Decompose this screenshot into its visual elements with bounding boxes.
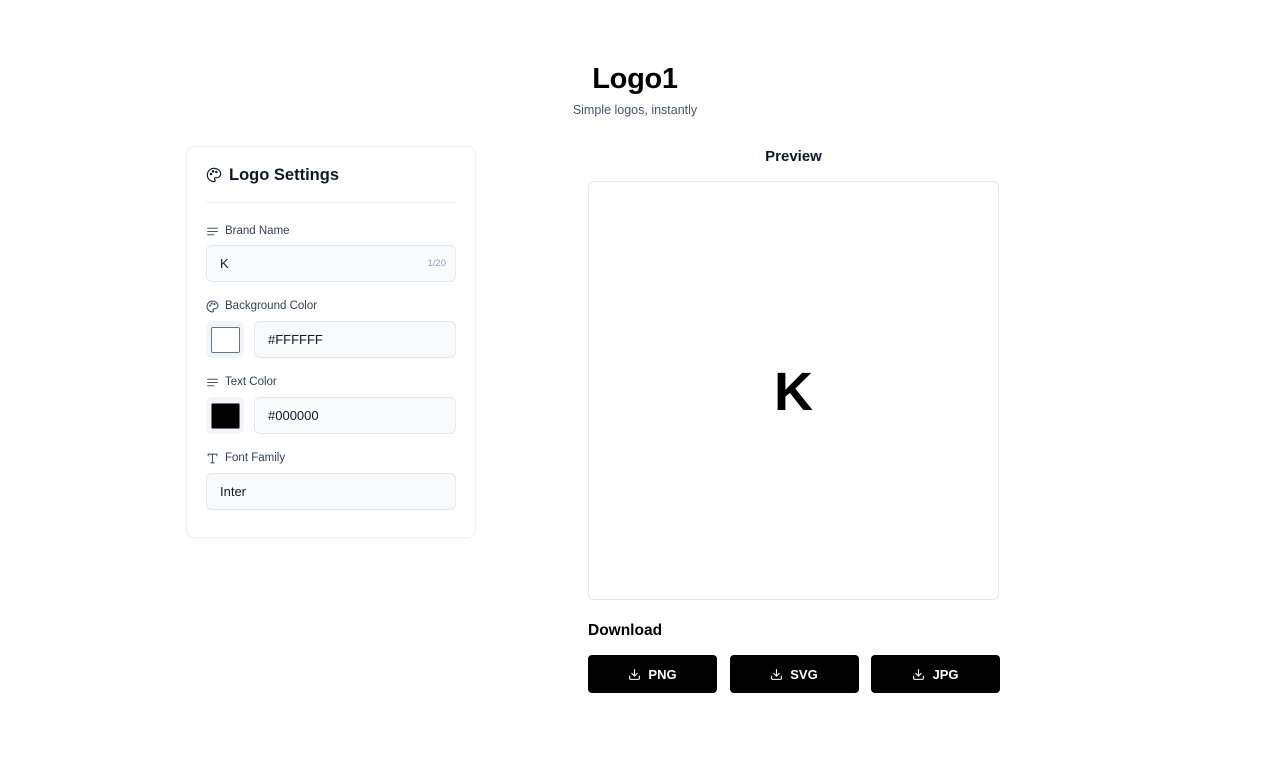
background-color-label: Background Color — [206, 299, 456, 313]
logo-preview-text: K — [774, 361, 813, 422]
logo-settings-card: Logo Settings Brand Name K 1/20 Backgrou… — [186, 146, 476, 538]
text-color-picker[interactable] — [206, 397, 244, 434]
background-color-input[interactable]: #FFFFFF — [254, 321, 456, 358]
settings-header: Logo Settings — [206, 148, 456, 203]
background-color-value: #FFFFFF — [268, 332, 323, 347]
font-family-select[interactable]: Inter — [206, 473, 456, 510]
palette-icon — [206, 300, 219, 313]
type-icon — [206, 452, 219, 465]
brand-name-value: K — [220, 256, 229, 271]
text-color-input[interactable]: #000000 — [254, 397, 456, 434]
text-color-label: Text Color — [206, 375, 456, 389]
app-header: Logo1 Simple logos, instantly — [0, 62, 1270, 118]
download-jpg-button[interactable]: JPG — [871, 655, 1000, 693]
text-lines-icon — [206, 225, 219, 238]
text-color-swatch — [210, 402, 240, 429]
brand-name-label: Brand Name — [206, 224, 456, 238]
app-title: Logo1 — [592, 63, 678, 95]
background-color-picker[interactable] — [206, 321, 244, 358]
download-icon — [770, 668, 783, 681]
text-lines-icon — [206, 376, 219, 389]
palette-icon — [206, 167, 222, 183]
download-icon — [912, 668, 925, 681]
download-icon — [628, 668, 641, 681]
font-family-label: Font Family — [206, 451, 456, 465]
font-family-value: Inter — [220, 484, 247, 499]
logo-preview: K — [588, 181, 999, 600]
text-color-value: #000000 — [268, 408, 319, 423]
brand-name-input[interactable]: K 1/20 — [206, 245, 456, 282]
character-counter: 1/20 — [427, 258, 447, 269]
background-color-swatch — [210, 326, 240, 353]
settings-title: Logo Settings — [229, 165, 339, 184]
preview-title: Preview — [765, 148, 822, 165]
app-subtitle: Simple logos, instantly — [572, 103, 698, 117]
download-png-button[interactable]: PNG — [588, 655, 717, 693]
download-title: Download — [588, 622, 663, 639]
download-buttons: PNG SVG JPG — [588, 655, 1000, 693]
download-svg-button[interactable]: SVG — [729, 655, 859, 693]
